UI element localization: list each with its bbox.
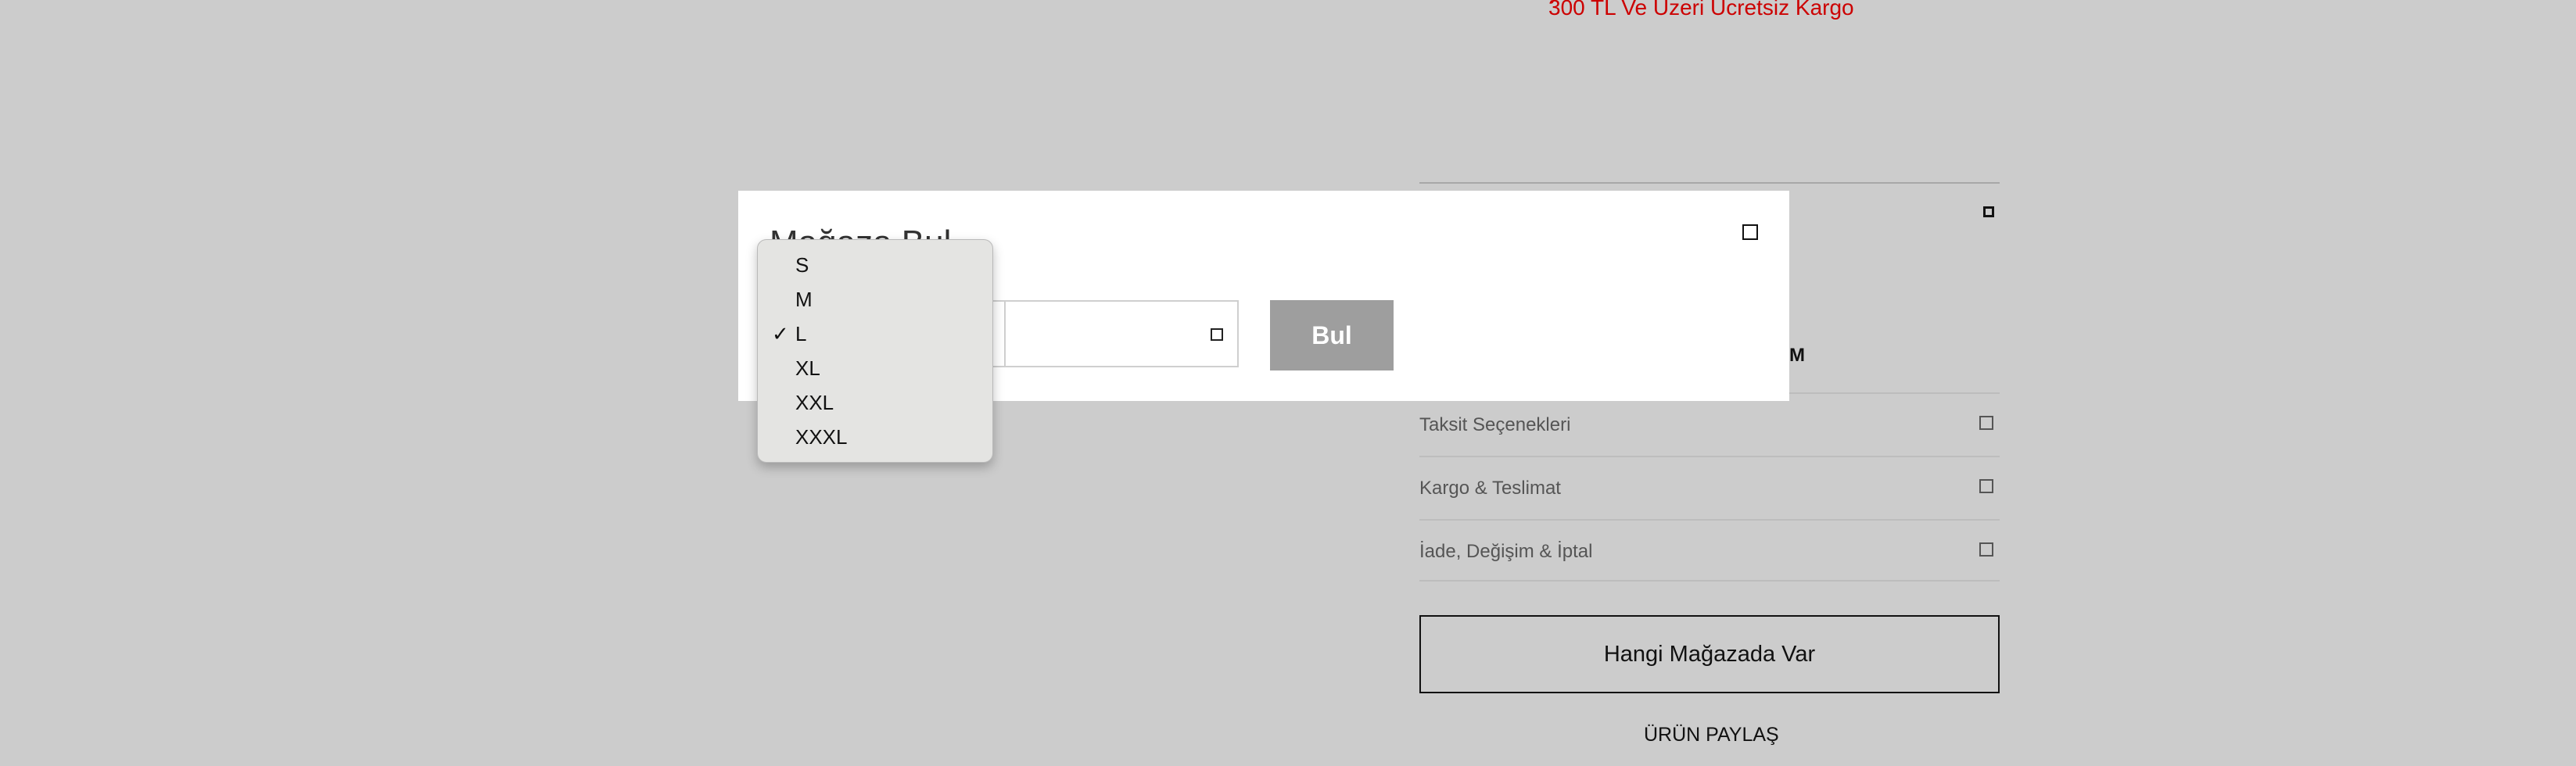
- promo-text: 300 TL Ve Üzeri Ücretsiz Kargo: [1548, 0, 1854, 20]
- share-product-link[interactable]: ÜRÜN PAYLAŞ: [1644, 724, 1779, 746]
- size-option-s[interactable]: S: [795, 253, 809, 277]
- panel-divider: [1419, 182, 2000, 184]
- accordion-shipping[interactable]: Kargo & Teslimat: [1419, 456, 2000, 518]
- chevron-down-icon: [1211, 328, 1223, 341]
- expand-icon: [1979, 416, 1993, 430]
- accordion-returns[interactable]: İade, Değişim & İptal: [1419, 519, 2000, 582]
- size-option-xxxl[interactable]: XXXL: [795, 425, 848, 449]
- size-option-m[interactable]: M: [795, 288, 813, 312]
- size-option-xl[interactable]: XL: [795, 356, 820, 381]
- size-chip-selected[interactable]: M: [1789, 345, 1805, 367]
- accordion-label: Kargo & Teslimat: [1419, 478, 1561, 499]
- promo-tick-mark: ✓: [1548, 0, 1561, 8]
- size-option-xxl[interactable]: XXL: [795, 391, 834, 415]
- accordion-label: İade, Değişim & İptal: [1419, 541, 1593, 562]
- favorite-icon[interactable]: [1983, 206, 1994, 217]
- free-shipping-promo: ✓ 300 TL Ve Üzeri Ücretsiz Kargo: [1548, 0, 1854, 20]
- expand-icon: [1979, 542, 1993, 557]
- find-button[interactable]: Bul: [1270, 300, 1394, 370]
- size-dropdown-menu: S M ✓ L XL XXL XXXL: [757, 239, 993, 463]
- accordion-label: Taksit Seçenekleri: [1419, 414, 1571, 435]
- expand-icon: [1979, 479, 1993, 493]
- checkmark-icon: ✓: [772, 322, 789, 345]
- size-option-l[interactable]: L: [795, 322, 806, 346]
- which-store-button[interactable]: Hangi Mağazada Var: [1419, 615, 2000, 693]
- location-select[interactable]: [1004, 300, 1239, 367]
- close-icon[interactable]: [1742, 224, 1758, 240]
- accordion-installments[interactable]: Taksit Seçenekleri: [1419, 392, 2000, 455]
